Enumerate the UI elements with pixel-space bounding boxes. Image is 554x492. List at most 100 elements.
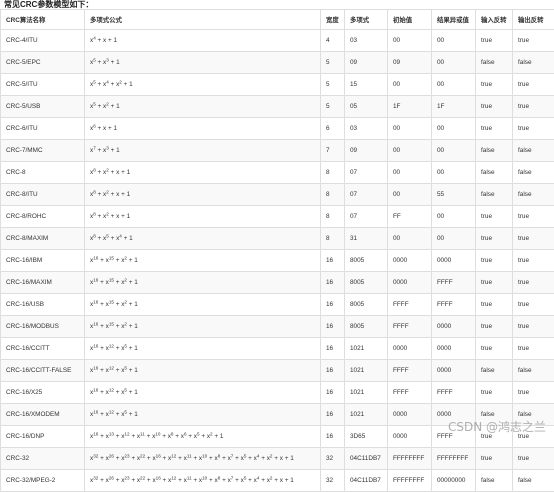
cell-formula: x4 + x + 1: [85, 30, 321, 52]
header-init: 初始值: [388, 10, 432, 30]
cell-width: 8: [321, 206, 345, 228]
cell-poly: 3D65: [345, 426, 388, 448]
cell-width: 16: [321, 316, 345, 338]
cell-refin: true: [476, 382, 513, 404]
cell-refin: true: [476, 30, 513, 52]
watermark: CSDN @鸿志之兰: [448, 418, 546, 435]
cell-init: 09: [388, 52, 432, 74]
cell-name: CRC-7/MMC: [1, 140, 85, 162]
cell-poly: 05: [345, 96, 388, 118]
cell-init: 00: [388, 184, 432, 206]
cell-formula: x16 + x15 + x2 + 1: [85, 316, 321, 338]
cell-refin: true: [476, 206, 513, 228]
cell-init: FF: [388, 206, 432, 228]
cell-width: 8: [321, 228, 345, 250]
table-row: CRC-5/ITUx5 + x4 + x2 + 15150000truetrue: [1, 74, 554, 96]
cell-refout: true: [513, 228, 554, 250]
cell-init: 0000: [388, 272, 432, 294]
table-row: CRC-5/USBx5 + x2 + 15051F1Ftruetrue: [1, 96, 554, 118]
table-row: CRC-16/USBx16 + x15 + x2 + 1168005FFFFFF…: [1, 294, 554, 316]
cell-name: CRC-16/MAXIM: [1, 272, 85, 294]
cell-width: 8: [321, 184, 345, 206]
cell-name: CRC-16/XMODEM: [1, 404, 85, 426]
cell-poly: 04C11DB7: [345, 470, 388, 492]
cell-init: 00: [388, 140, 432, 162]
cell-poly: 31: [345, 228, 388, 250]
table-row: CRC-4/ITUx4 + x + 14030000truetrue: [1, 30, 554, 52]
cell-xorout: 0000: [432, 250, 476, 272]
cell-name: CRC-16/DNP: [1, 426, 85, 448]
cell-formula: x16 + x12 + x5 + 1: [85, 338, 321, 360]
cell-formula: x5 + x3 + 1: [85, 52, 321, 74]
table-row: CRC-8/ITUx8 + x2 + x + 18070055falsefals…: [1, 184, 554, 206]
cell-xorout: 0000: [432, 338, 476, 360]
cell-refin: true: [476, 74, 513, 96]
document-page: 常见CRC参数模型如下： CRC算法名称 多项式公式 宽度 多项式 初始值 结果…: [0, 0, 554, 444]
cell-xorout: 00: [432, 118, 476, 140]
cell-formula: x16 + x15 + x2 + 1: [85, 272, 321, 294]
cell-name: CRC-5/USB: [1, 96, 85, 118]
cell-init: 0000: [388, 404, 432, 426]
cell-init: 00: [388, 228, 432, 250]
table-row: CRC-8/ROHCx8 + x2 + x + 1807FF00truetrue: [1, 206, 554, 228]
cell-init: 0000: [388, 426, 432, 448]
header-width: 宽度: [321, 10, 345, 30]
cell-name: CRC-8/ITU: [1, 184, 85, 206]
cell-width: 5: [321, 74, 345, 96]
cell-refin: true: [476, 272, 513, 294]
cell-refout: true: [513, 206, 554, 228]
cell-refout: true: [513, 96, 554, 118]
cell-refout: false: [513, 184, 554, 206]
table-row: CRC-32x32 + x26 + x23 + x22 + x16 + x12 …: [1, 448, 554, 470]
cell-xorout: FFFF: [432, 382, 476, 404]
cell-poly: 04C11DB7: [345, 448, 388, 470]
cell-xorout: 00: [432, 30, 476, 52]
cell-formula: x16 + x12 + x5 + 1: [85, 404, 321, 426]
cell-refout: true: [513, 74, 554, 96]
cell-width: 16: [321, 338, 345, 360]
table-row: CRC-32/MPEG-2x32 + x26 + x23 + x22 + x16…: [1, 470, 554, 492]
cell-poly: 15: [345, 74, 388, 96]
cell-name: CRC-16/IBM: [1, 250, 85, 272]
cell-formula: x7 + x3 + 1: [85, 140, 321, 162]
cell-xorout: 00: [432, 228, 476, 250]
cell-name: CRC-8/ROHC: [1, 206, 85, 228]
cell-xorout: FFFF: [432, 272, 476, 294]
cell-poly: 03: [345, 118, 388, 140]
cell-refout: false: [513, 162, 554, 184]
cell-width: 32: [321, 470, 345, 492]
cell-width: 16: [321, 426, 345, 448]
cell-xorout: 55: [432, 184, 476, 206]
cell-formula: x16 + x12 + x5 + 1: [85, 382, 321, 404]
cell-init: 0000: [388, 338, 432, 360]
table-row: CRC-16/MAXIMx16 + x15 + x2 + 11680050000…: [1, 272, 554, 294]
cell-poly: 09: [345, 52, 388, 74]
cell-name: CRC-5/ITU: [1, 74, 85, 96]
cell-refout: false: [513, 52, 554, 74]
cell-refout: true: [513, 316, 554, 338]
cell-refin: false: [476, 140, 513, 162]
cell-refin: true: [476, 118, 513, 140]
header-formula: 多项式公式: [85, 10, 321, 30]
cell-xorout: 00: [432, 140, 476, 162]
cell-init: FFFFFFFF: [388, 470, 432, 492]
cell-formula: x8 + x2 + x + 1: [85, 184, 321, 206]
cell-width: 4: [321, 30, 345, 52]
cell-xorout: 0000: [432, 316, 476, 338]
cell-xorout: FFFFFFFF: [432, 448, 476, 470]
cell-formula: x5 + x4 + x2 + 1: [85, 74, 321, 96]
cell-name: CRC-16/MODBUS: [1, 316, 85, 338]
cell-init: 00: [388, 30, 432, 52]
cell-poly: 09: [345, 140, 388, 162]
cell-init: FFFF: [388, 294, 432, 316]
cell-refin: true: [476, 250, 513, 272]
header-refin: 输入反转: [476, 10, 513, 30]
cell-refout: true: [513, 272, 554, 294]
cell-refout: false: [513, 140, 554, 162]
cell-width: 16: [321, 360, 345, 382]
cell-refin: false: [476, 52, 513, 74]
cell-width: 16: [321, 382, 345, 404]
table-row: CRC-16/MODBUSx16 + x15 + x2 + 1168005FFF…: [1, 316, 554, 338]
cell-name: CRC-5/EPC: [1, 52, 85, 74]
table-row: CRC-5/EPCx5 + x3 + 15090900falsefalse: [1, 52, 554, 74]
